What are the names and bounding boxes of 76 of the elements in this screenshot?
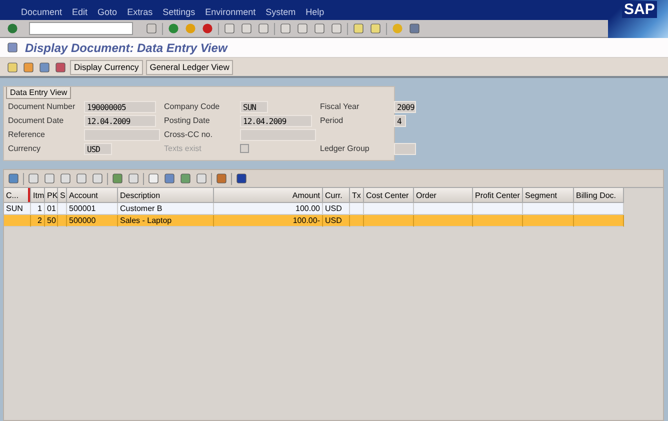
input-field[interactable]: 2009 [394,101,416,113]
logo: SAP [622,1,657,18]
table-cell: USD [323,203,350,215]
field-label: Cross-CC no. [164,129,214,141]
table-cell: 2 [31,215,45,227]
column-header[interactable]: C... [4,188,31,203]
field-label: Reference [8,129,46,141]
table-cell: 500001 [67,203,118,215]
input-field[interactable] [240,129,316,141]
table-cell: Sales - Laptop [118,215,214,227]
table-cell [523,203,574,215]
column-header[interactable]: Amount [214,188,323,203]
table-cell: 500000 [67,215,118,227]
column-header[interactable]: Cost Center [364,188,414,203]
table-cell: 100.00- [214,215,323,227]
table-cell [473,215,523,227]
field-label: Period [320,115,344,127]
table-cell [364,203,414,215]
column-header[interactable]: Segment [523,188,574,203]
input-field[interactable]: 190000005 [84,101,156,113]
table-cell [523,215,574,227]
column-header[interactable]: Profit Center [473,188,523,203]
column-header[interactable]: S [58,188,67,203]
toolbar-button[interactable]: General Ledger View [146,60,234,74]
field-label: Company Code [164,101,221,113]
table-cell: 01 [45,203,58,215]
field-label: Document Date [8,115,65,127]
menu-item[interactable]: Edit [67,7,93,17]
screen-title: Display Document: Data Entry View [25,40,228,54]
input-field[interactable]: USD [84,143,112,155]
table-cell [364,215,414,227]
menu-item[interactable]: Goto [92,7,122,17]
field-label: Ledger Group [320,143,370,155]
toolbar-button[interactable]: Display Currency [70,60,143,74]
menu-item[interactable]: Extras [122,7,158,17]
field-label: Fiscal Year [320,101,360,113]
table-cell: 1 [31,203,45,215]
table-cell [414,203,473,215]
table-cell: SUN [4,203,31,215]
column-header[interactable]: Billing Doc. [574,188,624,203]
column-header[interactable]: PK [45,188,58,203]
command-field[interactable] [29,22,133,35]
menu-item[interactable]: Document [16,7,68,17]
column-header[interactable]: Curr. [323,188,350,203]
menu-item[interactable]: Environment [200,7,261,17]
table-cell [350,215,364,227]
field-label: Currency [8,143,42,155]
table-cell [574,215,624,227]
table-cell [350,203,364,215]
table-cell [473,203,523,215]
table-cell [58,203,67,215]
input-field[interactable]: 4 [394,115,406,127]
input-field[interactable]: 12.04.2009 [84,115,156,127]
table-cell: Customer B [118,203,214,215]
field-label: Posting Date [164,115,211,127]
table-cell: 100.00 [214,203,323,215]
field-label: Texts exist [164,143,202,155]
column-header[interactable]: Order [414,188,473,203]
column-header[interactable]: Itm [31,188,45,203]
field-label: Document Number [8,101,76,113]
column-header[interactable]: Description [118,188,214,203]
menu-item[interactable]: Settings [158,7,200,17]
panel-tab[interactable]: Data Entry View [6,87,72,99]
table-cell: USD [323,215,350,227]
column-header[interactable]: Tx [350,188,364,203]
input-field[interactable]: SUN [240,101,268,113]
input-field[interactable]: 12.04.2009 [240,115,312,127]
table-cell: 50 [45,215,58,227]
input-field[interactable] [84,129,160,141]
menu-item[interactable]: Help [300,7,330,17]
table-cell [574,203,624,215]
column-header[interactable]: Account [67,188,118,203]
table-cell [414,215,473,227]
input-field[interactable] [394,143,416,155]
table-cell [58,215,67,227]
menu-item[interactable]: System [260,7,301,17]
